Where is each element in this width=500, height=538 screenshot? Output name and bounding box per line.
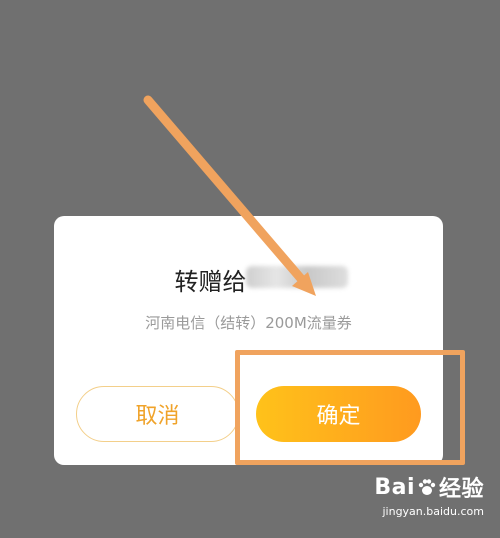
dialog-title: 转赠给 — [174, 268, 247, 296]
cancel-button-label: 取消 — [135, 404, 180, 429]
screen-stage: 转赠给 河南电信（结转）200M流量券 取消 确定 Bai 经验 jingyan… — [0, 0, 500, 538]
cancel-button[interactable]: 取消 — [76, 386, 239, 442]
paw-icon — [418, 479, 436, 495]
dialog-subtitle: 河南电信（结转）200M流量券 — [145, 314, 352, 332]
watermark-brand: Bai 经验 — [364, 471, 484, 503]
watermark-brand-right: 经验 — [438, 477, 484, 502]
watermark-brand-left: Bai — [374, 474, 415, 500]
redacted-recipient-name — [246, 266, 348, 288]
watermark-url: jingyan.baidu.com — [382, 505, 484, 518]
annotation-highlight-box — [235, 350, 465, 465]
baidu-jingyan-watermark: Bai 经验 jingyan.baidu.com — [364, 471, 484, 519]
